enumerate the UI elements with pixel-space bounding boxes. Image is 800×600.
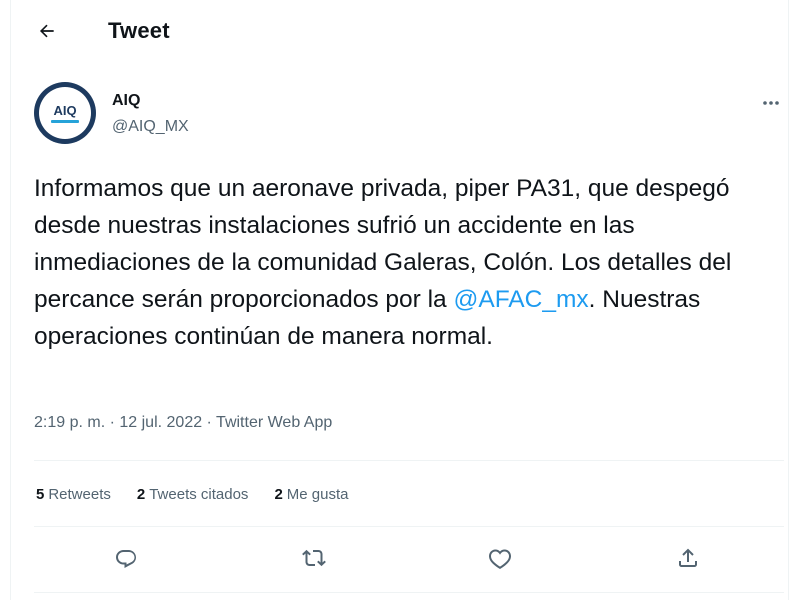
meta-separator: · (105, 414, 120, 431)
reply-icon (114, 546, 138, 575)
avatar-logo: AIQ (39, 87, 91, 139)
column-border-left (10, 0, 11, 600)
tweet-meta: 2:19 p. m. · 12 jul. 2022 · Twitter Web … (34, 414, 332, 432)
divider (34, 460, 784, 461)
share-button[interactable] (670, 542, 706, 578)
more-icon (762, 93, 780, 111)
mention-link[interactable]: @AFAC_mx (453, 286, 588, 313)
tweet-page: Tweet AIQ AIQ @AIQ_MX Informamos que un … (0, 0, 800, 600)
tweet-time[interactable]: 2:19 p. m. (34, 414, 105, 431)
heart-icon (488, 546, 512, 575)
tweet-source[interactable]: Twitter Web App (216, 414, 332, 431)
quotes-count: 2 (136, 486, 146, 503)
retweet-icon (302, 546, 326, 575)
author-handle[interactable]: @AIQ_MX (112, 118, 189, 136)
avatar-logo-text: AIQ (53, 102, 77, 118)
tweet-actions (34, 542, 784, 582)
author-display-name[interactable]: AIQ (112, 92, 140, 110)
retweets-label: Retweets (48, 486, 111, 503)
divider (34, 592, 784, 593)
header: Tweet (10, 0, 788, 64)
divider (34, 526, 784, 527)
arrow-left-icon (37, 21, 57, 46)
avatar-logo-bar (51, 119, 79, 123)
likes-stat[interactable]: 2 Me gusta (274, 486, 348, 503)
tweet-date[interactable]: 12 jul. 2022 (119, 414, 202, 431)
avatar[interactable]: AIQ (34, 82, 96, 144)
column-border-right (788, 0, 789, 600)
retweets-stat[interactable]: 5 Retweets (36, 486, 111, 503)
meta-separator: · (202, 414, 217, 431)
reply-button[interactable] (108, 542, 144, 578)
retweets-count: 5 (36, 486, 45, 503)
quotes-stat[interactable]: 2 Tweets citados (137, 486, 249, 503)
tweet-text: Informamos que un aeronave privada, pipe… (34, 170, 774, 355)
share-icon (676, 546, 700, 575)
more-button[interactable] (758, 92, 784, 112)
page-title: Tweet (108, 18, 170, 43)
like-button[interactable] (482, 542, 518, 578)
retweet-button[interactable] (296, 542, 332, 578)
likes-count: 2 (274, 486, 283, 503)
back-button[interactable] (32, 18, 62, 48)
likes-label: Me gusta (286, 486, 349, 503)
tweet-stats: 5 Retweets 2 Tweets citados 2 Me gusta (36, 486, 348, 503)
quotes-label: Tweets citados (149, 486, 249, 503)
